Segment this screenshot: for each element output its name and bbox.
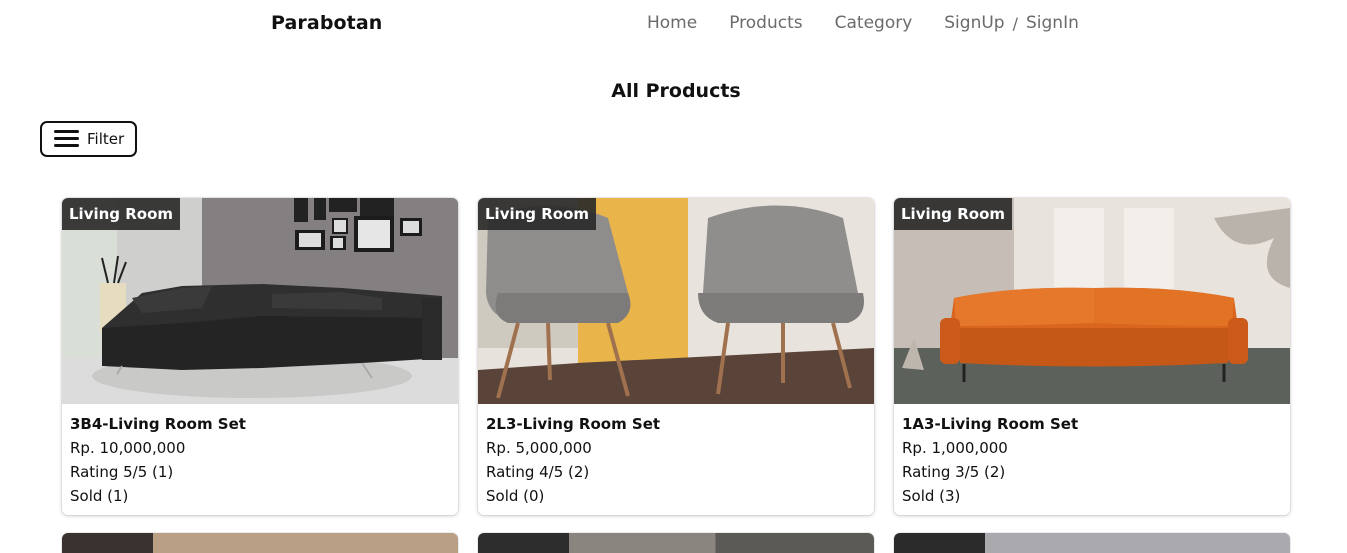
nav-separator: / [1012, 13, 1018, 33]
brand-logo[interactable]: Parabotan [271, 12, 382, 34]
product-card-partial[interactable] [894, 533, 1290, 553]
filter-button[interactable]: Filter [40, 121, 137, 157]
product-sold: Sold (0) [486, 487, 545, 505]
product-card[interactable]: Living Room 1A3-Living Room Set Rp. 1,00… [894, 198, 1290, 515]
product-sold: Sold (1) [70, 487, 129, 505]
nav-category[interactable]: Category [835, 13, 913, 33]
category-badge: Living Room [62, 198, 181, 230]
page-title: All Products [611, 80, 741, 102]
product-price: Rp. 1,000,000 [902, 439, 1008, 457]
product-card-partial[interactable] [62, 533, 458, 553]
product-price: Rp. 5,000,000 [486, 439, 592, 457]
product-rating: Rating 4/5 (2) [486, 463, 590, 481]
product-rating: Rating 5/5 (1) [70, 463, 174, 481]
main-nav: Home Products Category SignUp / SignIn [647, 13, 1079, 33]
product-card[interactable]: Living Room 3B4-Living Room Set Rp. 10,0… [62, 198, 458, 515]
product-card-partial[interactable] [478, 533, 874, 553]
product-name: 2L3-Living Room Set [486, 415, 661, 433]
product-name: 1A3-Living Room Set [902, 415, 1079, 433]
nav-products[interactable]: Products [729, 13, 802, 33]
product-rating: Rating 3/5 (2) [902, 463, 1006, 481]
nav-signin[interactable]: SignIn [1026, 13, 1079, 33]
product-info: 2L3-Living Room Set Rp. 5,000,000 Rating… [486, 412, 660, 508]
nav-home[interactable]: Home [647, 13, 697, 33]
category-badge: Living Room [894, 198, 1013, 230]
filter-label: Filter [87, 130, 125, 148]
product-name: 3B4-Living Room Set [70, 415, 246, 433]
nav-signup[interactable]: SignUp [944, 13, 1004, 33]
product-card[interactable]: Living Room 2L3-Living Room Set Rp. 5,00… [478, 198, 874, 515]
category-badge: Living Room [478, 198, 597, 230]
product-sold: Sold (3) [902, 487, 961, 505]
hamburger-menu-icon [54, 129, 79, 149]
product-info: 1A3-Living Room Set Rp. 1,000,000 Rating… [902, 412, 1078, 508]
product-info: 3B4-Living Room Set Rp. 10,000,000 Ratin… [70, 412, 246, 508]
product-price: Rp. 10,000,000 [70, 439, 186, 457]
